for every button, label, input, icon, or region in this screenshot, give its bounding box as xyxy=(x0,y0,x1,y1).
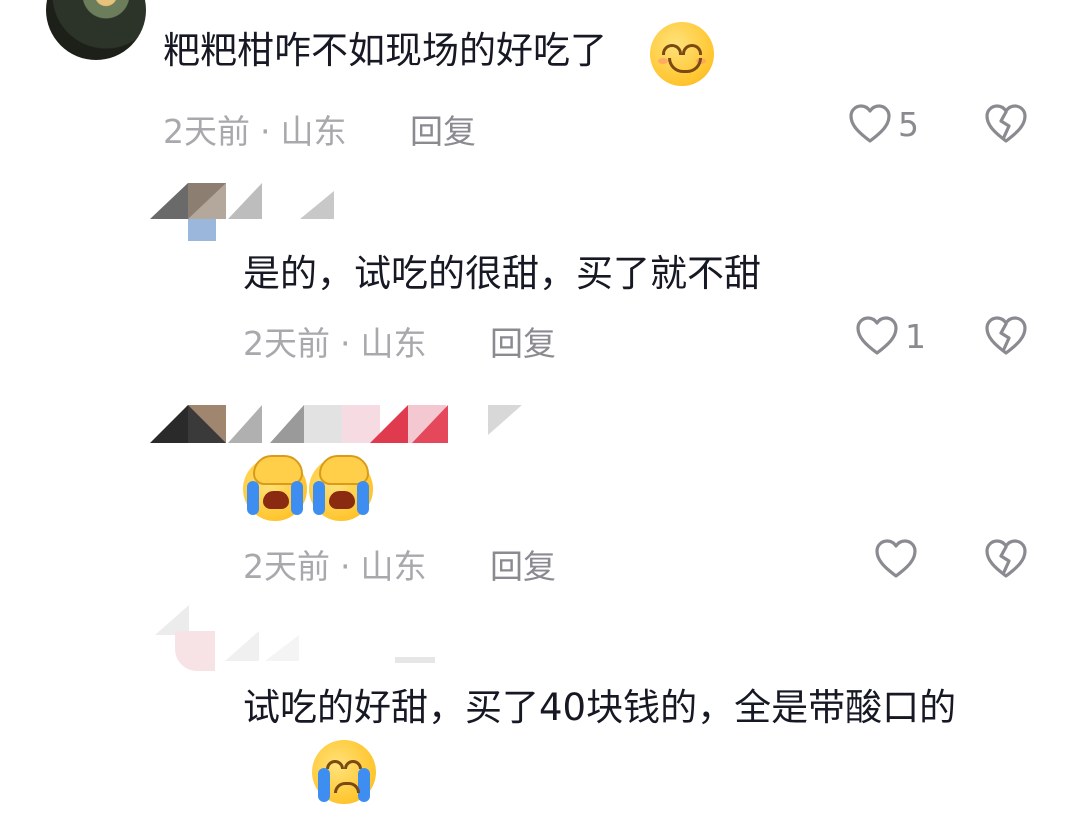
meta-separator: · xyxy=(260,112,271,151)
heart-outline-icon xyxy=(856,316,898,355)
comment-text: 试吃的好甜，买了40块钱的，全是带酸口的 xyxy=(243,686,957,729)
meta-separator: · xyxy=(340,547,351,586)
comment-meta: 2天前 · 山东 xyxy=(163,105,347,153)
dislike-button[interactable] xyxy=(984,103,1028,145)
crying-face-emoji xyxy=(312,740,377,804)
comment-time: 2天前 xyxy=(163,112,250,151)
comment-location: 山东 xyxy=(360,547,427,586)
comment-text: 是的，试吃的很甜，买了就不甜 xyxy=(243,252,761,295)
comment-location: 山东 xyxy=(280,112,347,151)
author-name-obscured[interactable] xyxy=(150,183,350,243)
reply-button[interactable]: 回复 xyxy=(410,105,476,153)
broken-heart-icon xyxy=(985,539,1027,578)
avatar[interactable] xyxy=(46,0,146,60)
comment-time: 2天前 xyxy=(243,547,330,586)
reply-button[interactable]: 回复 xyxy=(490,317,556,365)
author-name-obscured[interactable] xyxy=(155,605,455,675)
reply-button[interactable]: 回复 xyxy=(490,540,556,588)
like-button[interactable] xyxy=(855,315,899,357)
comment-meta: 2天前 · 山东 xyxy=(243,540,427,588)
heart-outline-icon xyxy=(849,104,891,143)
comment-meta: 2天前 · 山东 xyxy=(243,317,427,365)
like-button[interactable] xyxy=(874,538,918,580)
like-count: 5 xyxy=(898,105,919,144)
like-button[interactable] xyxy=(848,103,892,145)
comment-time: 2天前 xyxy=(243,324,330,363)
author-name-obscured[interactable] xyxy=(150,405,530,451)
dislike-button[interactable] xyxy=(984,538,1028,580)
heart-outline-icon xyxy=(875,539,917,578)
dislike-button[interactable] xyxy=(984,315,1028,357)
meta-separator: · xyxy=(340,324,351,363)
facepalm-crying-emoji xyxy=(309,455,373,521)
facepalm-crying-emoji xyxy=(243,455,307,521)
broken-heart-icon xyxy=(985,104,1027,143)
smiling-face-emoji xyxy=(650,22,714,86)
comment-location: 山东 xyxy=(360,324,427,363)
broken-heart-icon xyxy=(985,316,1027,355)
comment-emoji-row xyxy=(243,455,383,521)
comment-text: 粑粑柑咋不如现场的好吃了 xyxy=(163,29,607,72)
like-count: 1 xyxy=(905,317,926,356)
